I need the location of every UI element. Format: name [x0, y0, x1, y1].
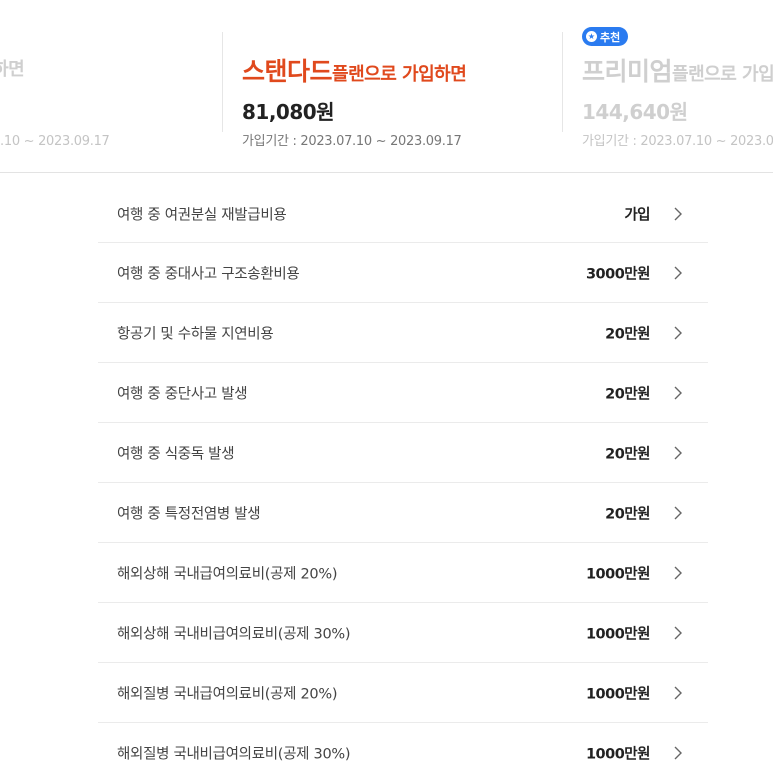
- benefit-row[interactable]: 여행 중 중대사고 구조송환비용 3000만원: [98, 243, 708, 303]
- benefit-row[interactable]: 해외질병 국내급여의료비(공제 20%) 1000만원: [98, 663, 708, 723]
- benefit-label: 해외상해 국내비급여의료비(공제 30%): [117, 626, 351, 642]
- benefit-row[interactable]: 여행 중 식중독 발생 20만원: [98, 423, 708, 483]
- benefit-row[interactable]: 여행 중 특정전염병 발생 20만원: [98, 483, 708, 543]
- plan-period: 가입기간 : 2023.07.10 ~ 2023.09.17: [242, 134, 462, 149]
- benefit-list: 여행 중 여권분실 재발급비용 가입 여행 중 중대사고 구조송환비용 3000…: [98, 185, 708, 782]
- benefit-label: 해외상해 국내급여의료비(공제 20%): [117, 566, 338, 582]
- benefit-label: 여행 중 여권분실 재발급비용: [117, 207, 287, 223]
- benefit-label: 여행 중 식중독 발생: [117, 446, 235, 462]
- benefit-row[interactable]: 여행 중 여권분실 재발급비용 가입: [98, 185, 708, 243]
- benefit-row[interactable]: 해외상해 국내급여의료비(공제 20%) 1000만원: [98, 543, 708, 603]
- chevron-right-icon: [672, 625, 684, 641]
- plan-carousel[interactable]: 플랜으로 가입하면 가입기간 : 2023.07.10 ~ 2023.09.17…: [0, 0, 773, 173]
- plan-heading: 스탠다드플랜으로 가입하면: [242, 52, 467, 88]
- chevron-right-icon: [672, 385, 684, 401]
- plan-price: 81,080원: [242, 100, 335, 124]
- benefit-label: 해외질병 국내비급여의료비(공제 30%): [117, 746, 351, 762]
- chevron-right-icon: [672, 325, 684, 341]
- plan-heading: 플랜으로 가입하면: [0, 52, 25, 81]
- plan-suffix: 플랜으로 가입하면: [332, 64, 467, 85]
- chevron-right-icon: [672, 685, 684, 701]
- benefit-value: 1000만원: [585, 626, 651, 642]
- chevron-right-icon: [672, 745, 684, 761]
- chevron-right-icon: [672, 206, 684, 222]
- benefit-label: 여행 중 특정전염병 발생: [117, 506, 261, 522]
- plan-period: 가입기간 : 2023.07.10 ~ 2023.09.17: [0, 134, 110, 149]
- benefit-value: 20만원: [605, 326, 650, 342]
- badge-label: 추천: [600, 30, 621, 44]
- plan-name: 프리미엄: [582, 57, 673, 86]
- benefit-row[interactable]: 여행 중 중단사고 발생 20만원: [98, 363, 708, 423]
- plan-suffix: 플랜으로 가입하면: [0, 59, 25, 80]
- benefit-value: 1000만원: [585, 686, 651, 702]
- plan-suffix: 플랜으로 가입하면: [672, 64, 773, 85]
- chevron-right-icon: [672, 445, 684, 461]
- benefit-label: 여행 중 중단사고 발생: [117, 386, 248, 402]
- benefit-label: 여행 중 중대사고 구조송환비용: [117, 266, 300, 282]
- benefit-label: 해외질병 국내급여의료비(공제 20%): [117, 686, 338, 702]
- plan-period: 가입기간 : 2023.07.10 ~ 2023.09.17: [582, 134, 773, 149]
- benefit-row[interactable]: 해외상해 국내비급여의료비(공제 30%) 1000만원: [98, 603, 708, 663]
- recommend-badge: ★ 추천: [582, 27, 629, 46]
- plan-divider: [562, 32, 563, 132]
- benefit-row[interactable]: 해외질병 국내비급여의료비(공제 30%) 1000만원: [98, 723, 708, 782]
- benefit-value: 3000만원: [585, 266, 651, 282]
- plan-name: 스탠다드: [242, 57, 333, 86]
- chevron-right-icon: [672, 265, 684, 281]
- benefit-value: 1000만원: [585, 566, 651, 582]
- benefit-label: 항공기 및 수하물 지연비용: [117, 326, 274, 342]
- star-icon: ★: [586, 31, 597, 42]
- chevron-right-icon: [672, 505, 684, 521]
- benefit-value: 1000만원: [585, 746, 651, 762]
- benefit-value: 20만원: [605, 386, 650, 402]
- benefit-row[interactable]: 항공기 및 수하물 지연비용 20만원: [98, 303, 708, 363]
- plan-heading: 프리미엄플랜으로 가입하면: [582, 52, 773, 88]
- benefit-value: 20만원: [605, 506, 650, 522]
- plan-divider: [222, 32, 223, 132]
- benefit-value: 가입: [624, 207, 650, 223]
- benefit-value: 20만원: [605, 446, 650, 462]
- plan-price: 144,640원: [582, 100, 688, 124]
- chevron-right-icon: [672, 565, 684, 581]
